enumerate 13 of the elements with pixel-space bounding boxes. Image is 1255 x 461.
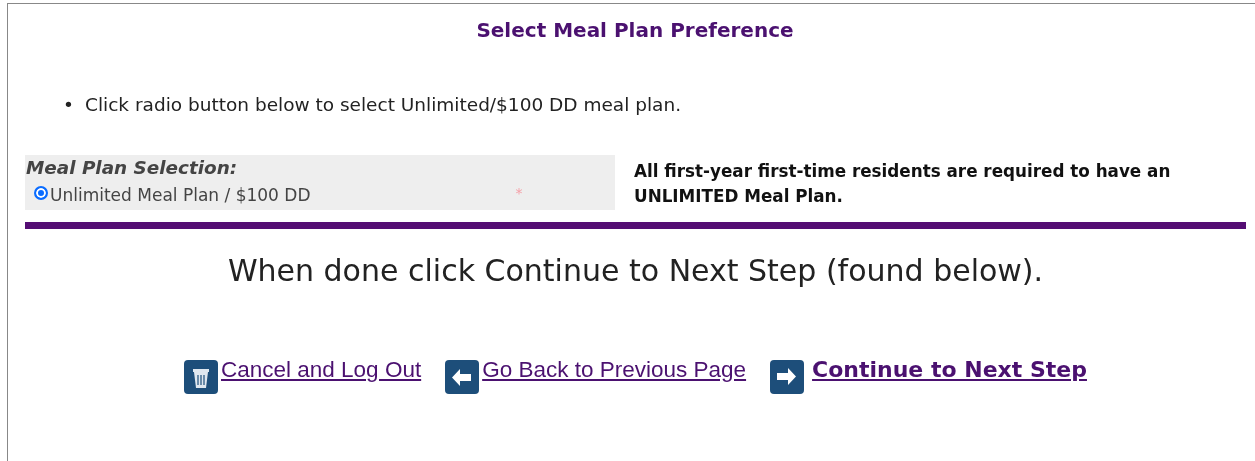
nav-link[interactable]: Continue to Next Step bbox=[812, 357, 1087, 383]
option-label[interactable]: Unlimited Meal Plan / $100 DD bbox=[50, 185, 311, 205]
nav-link[interactable]: Cancel and Log Out bbox=[221, 357, 422, 383]
bullet-mark: • bbox=[63, 93, 75, 117]
radio-button[interactable] bbox=[34, 186, 48, 200]
done-message: When done click Continue to Next Step (found below). bbox=[226, 253, 1045, 289]
selection-heading: Meal Plan Selection: bbox=[26, 157, 239, 179]
instruction-text: Click radio button below to select Unlimited/$100 DD meal plan. bbox=[85, 93, 682, 117]
page-title: Select Meal Plan Preference bbox=[475, 17, 795, 41]
requirement-note: All first-year first-time residents are required to have an UNLIMITED Meal Plan. bbox=[634, 160, 1172, 208]
nav-link[interactable]: Go Back to Previous Page bbox=[482, 357, 747, 383]
required-mark: * bbox=[515, 186, 523, 200]
trash-icon[interactable] bbox=[184, 360, 218, 394]
